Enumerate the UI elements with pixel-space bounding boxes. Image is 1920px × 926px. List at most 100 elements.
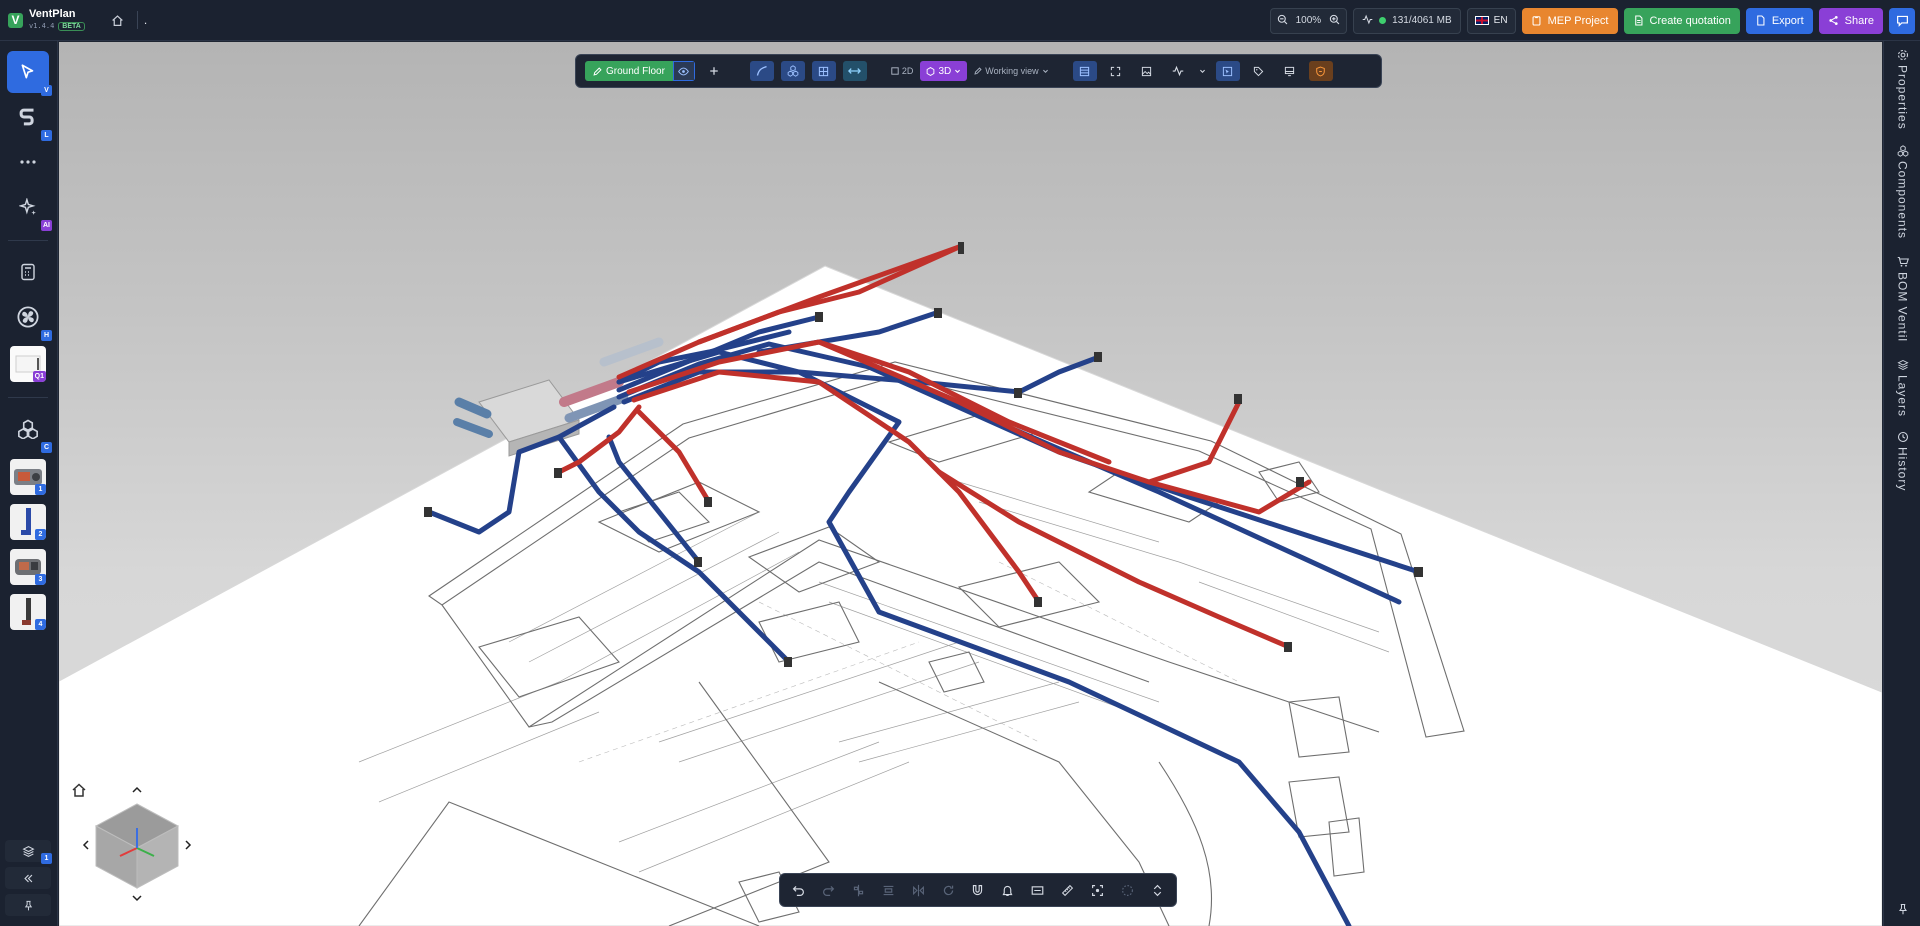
export-label: Export: [1771, 14, 1804, 27]
dimensions-button[interactable]: [1027, 879, 1049, 901]
unit-thumbnail[interactable]: Q1: [10, 346, 46, 382]
safety-button[interactable]: [1308, 61, 1333, 81]
mep-project-button[interactable]: MEP Project: [1521, 7, 1618, 34]
mirror-icon: [912, 884, 924, 896]
rotate-up-icon[interactable]: [132, 786, 142, 793]
view-cube[interactable]: [82, 778, 202, 908]
curve-icon: [756, 65, 767, 76]
draw-duct-button[interactable]: [749, 61, 774, 81]
pin-button[interactable]: [5, 894, 51, 916]
tab-components[interactable]: Components: [1884, 145, 1920, 239]
analysis-dropdown[interactable]: [1197, 61, 1209, 81]
tag-icon: [1253, 66, 1264, 76]
image-icon: [1141, 66, 1152, 76]
shortcut-badge: Q1: [32, 371, 46, 382]
components-tool-button[interactable]: C: [7, 408, 52, 453]
language-selector[interactable]: EN: [1466, 7, 1516, 34]
ruler-button[interactable]: [1057, 879, 1079, 901]
recent-component-1[interactable]: 1: [10, 459, 46, 495]
image-export-button[interactable]: [1135, 61, 1159, 81]
more-tools-button[interactable]: [7, 141, 49, 183]
share-button[interactable]: Share: [1818, 7, 1883, 34]
layers-toggle-button[interactable]: [1072, 61, 1097, 81]
file-export-icon: [1757, 15, 1765, 26]
circle-button[interactable]: [1116, 879, 1138, 901]
layers-button[interactable]: 1: [5, 840, 52, 864]
undo-button[interactable]: [788, 879, 810, 901]
rotate-down-icon[interactable]: [132, 895, 142, 902]
distribute-button[interactable]: [878, 879, 900, 901]
floor-name-button[interactable]: Ground Floor: [585, 61, 673, 81]
monitor-icon: [1284, 66, 1295, 76]
clipboard-icon: [1532, 16, 1541, 26]
redo-button[interactable]: [818, 879, 840, 901]
tag-button[interactable]: [1247, 61, 1271, 81]
mirror-button[interactable]: [907, 879, 929, 901]
tab-history[interactable]: History: [1884, 431, 1920, 491]
zoom-level[interactable]: 100%: [1296, 15, 1322, 26]
zoom-out-icon[interactable]: [1277, 12, 1288, 30]
duct-tool-button[interactable]: L: [7, 96, 52, 141]
memory-indicator[interactable]: 131/4061 MB: [1353, 7, 1461, 34]
cubes-icon: [787, 65, 799, 77]
3d-viewport[interactable]: [59, 42, 1882, 926]
snap-button[interactable]: [967, 879, 989, 901]
rotate-left-icon[interactable]: [82, 840, 89, 850]
calculator-tool-button[interactable]: [7, 251, 49, 293]
align-button[interactable]: [848, 879, 870, 901]
expand-vertical-button[interactable]: [1146, 879, 1168, 901]
focus-button[interactable]: [1086, 879, 1108, 901]
chat-button[interactable]: [1889, 7, 1915, 34]
divider: [136, 11, 138, 29]
tab-bom-ventil[interactable]: BOM Ventil: [1884, 256, 1920, 342]
cubes-icon: [1897, 145, 1908, 157]
share-label: Share: [1844, 14, 1874, 27]
recent-component-3[interactable]: 3: [10, 549, 46, 585]
floor-selector[interactable]: Ground Floor: [585, 61, 695, 81]
grid-view-button[interactable]: [811, 61, 836, 81]
3d-mode-button[interactable]: 3D: [920, 61, 968, 81]
chevron-down-icon: [1042, 69, 1048, 73]
view-selector[interactable]: Working view: [974, 66, 1048, 76]
fullscreen-button[interactable]: [1104, 61, 1128, 81]
select-tool-button[interactable]: V: [7, 51, 52, 96]
screen-button[interactable]: [1278, 61, 1302, 81]
language-label: EN: [1493, 15, 1508, 26]
rotate-button[interactable]: [937, 879, 959, 901]
pin-panel-button[interactable]: [1884, 903, 1920, 915]
home-icon[interactable]: [109, 11, 127, 29]
view-label: Working view: [985, 66, 1039, 76]
share-icon: [1829, 16, 1838, 25]
recent-component-2[interactable]: 2: [10, 504, 46, 540]
chat-icon: [1896, 15, 1908, 27]
app-logo: V: [8, 12, 23, 28]
bell-button[interactable]: [997, 879, 1019, 901]
app-name: VentPlan: [29, 7, 76, 20]
arrows-horizontal-icon: [848, 68, 862, 74]
rotate-right-icon[interactable]: [185, 840, 192, 850]
components-view-button[interactable]: [780, 61, 805, 81]
pin-icon: [1898, 903, 1907, 915]
tab-layers[interactable]: Layers: [1884, 359, 1920, 417]
create-quotation-button[interactable]: Create quotation: [1623, 7, 1740, 34]
pencil-icon: [974, 67, 982, 75]
eye-icon[interactable]: [672, 61, 695, 81]
measure-button[interactable]: [842, 61, 867, 81]
expand-icon: [1110, 66, 1121, 76]
zoom-in-icon[interactable]: [1329, 12, 1340, 30]
create-quotation-label: Create quotation: [1649, 14, 1731, 27]
recent-component-4[interactable]: 4: [10, 594, 46, 630]
tab-properties[interactable]: Properties: [1884, 49, 1920, 130]
analysis-button[interactable]: [1166, 61, 1190, 81]
ai-tool-button[interactable]: AI: [7, 186, 52, 231]
select-region-button[interactable]: [1215, 61, 1240, 81]
mep-project-label: MEP Project: [1547, 14, 1609, 27]
2d-mode-button[interactable]: 2D: [891, 66, 913, 76]
add-floor-button[interactable]: [702, 61, 726, 81]
shortcut-badge: H: [41, 330, 52, 341]
status-dot: [1379, 17, 1387, 24]
fan-tool-button[interactable]: H: [7, 296, 52, 341]
breadcrumb[interactable]: .: [144, 13, 147, 27]
export-button[interactable]: Export: [1745, 7, 1813, 34]
collapse-sidebar-button[interactable]: [5, 867, 51, 889]
